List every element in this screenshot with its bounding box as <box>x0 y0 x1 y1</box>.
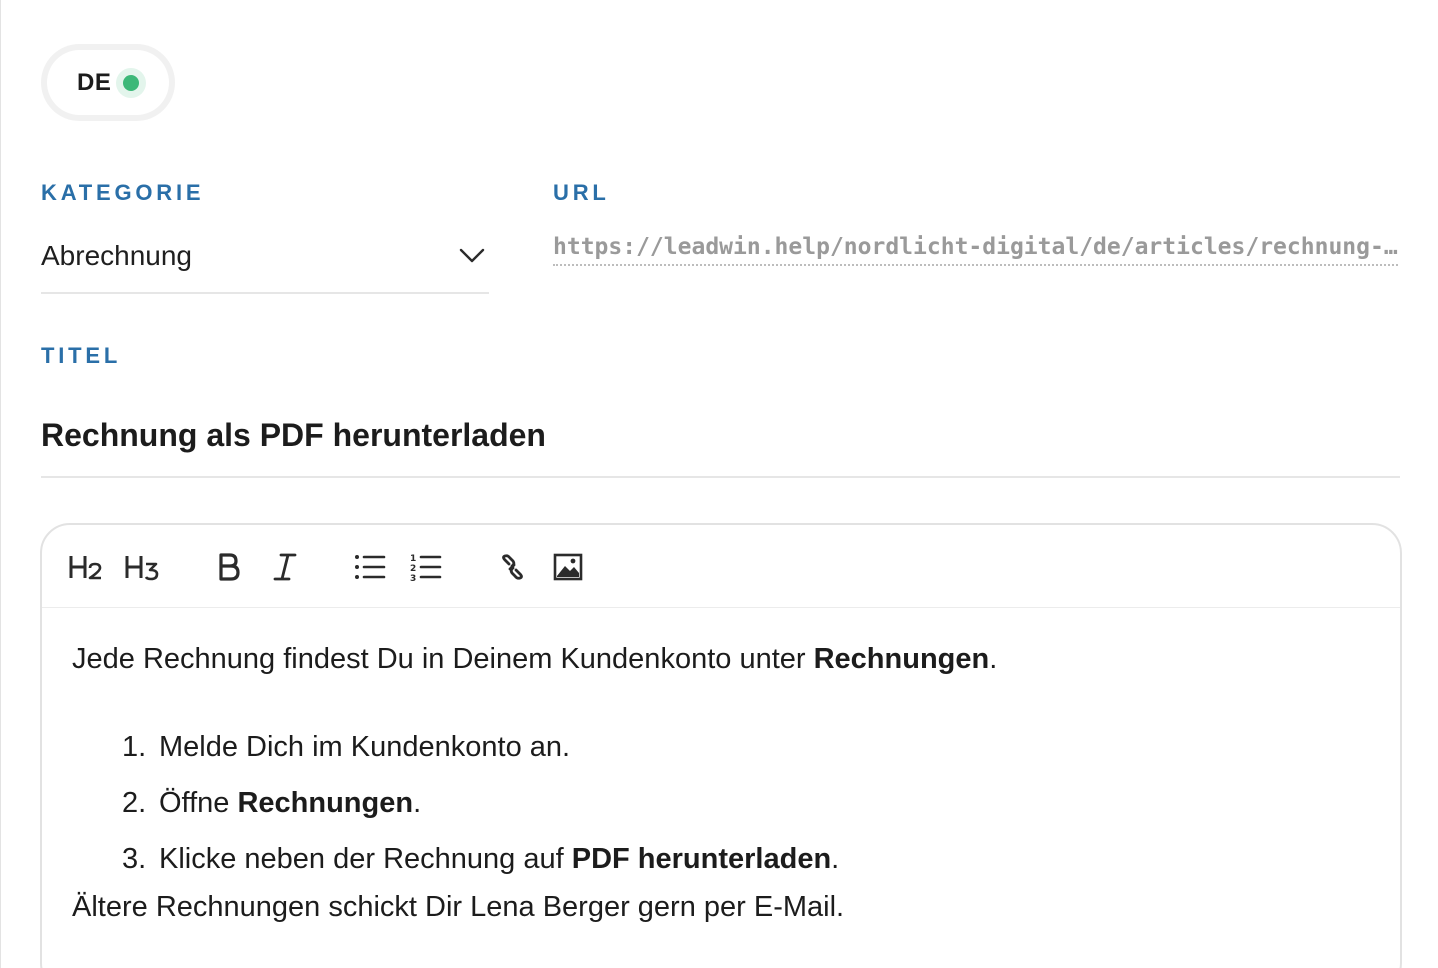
status-dot-icon <box>123 74 140 91</box>
italic-button[interactable] <box>268 547 302 587</box>
bullet-list-icon <box>355 555 386 579</box>
title-input[interactable]: Rechnung als PDF herunterladen <box>41 408 1400 478</box>
svg-text:2: 2 <box>410 564 416 574</box>
status-indicator <box>116 67 147 98</box>
bullet-list-button[interactable] <box>352 547 388 587</box>
italic-icon <box>273 553 297 581</box>
editor-toolbar: 1 2 3 <box>42 525 1400 608</box>
list-item-text: Melde Dich im Kundenkonto an. <box>159 731 571 763</box>
language-switch[interactable]: DE <box>41 44 175 121</box>
svg-text:3: 3 <box>410 574 416 582</box>
list-item: 2. Öffne Rechnungen. <box>122 775 839 831</box>
language-code: DE <box>77 68 112 96</box>
bold-button[interactable] <box>212 547 246 587</box>
list-item-bold-text: Rechnungen <box>237 787 414 819</box>
link-button[interactable] <box>494 547 530 587</box>
heading-3-button[interactable] <box>122 547 162 587</box>
link-icon <box>502 554 523 580</box>
intro-end: . <box>989 643 998 675</box>
ordered-list-button[interactable]: 1 2 3 <box>408 547 444 587</box>
heading-3-icon <box>125 556 159 581</box>
url-link[interactable]: https://leadwin.help/nordlicht-digital/d… <box>553 234 1398 266</box>
svg-text:1: 1 <box>410 554 416 564</box>
category-value: Abrechnung <box>41 240 193 271</box>
list-item: 3. Klicke neben der Rechnung auf PDF heru… <box>122 831 839 887</box>
category-select[interactable]: Abrechnung <box>41 228 489 294</box>
intro-paragraph: Jede Rechnung findest Du in Deinem Kunde… <box>72 639 997 679</box>
steps-list: 1. Melde Dich im Kundenkonto an. 2. Öffne … <box>122 719 839 887</box>
list-item-text: Öffne <box>159 787 238 819</box>
ordered-list-icon: 1 2 3 <box>410 554 442 582</box>
image-button[interactable] <box>550 547 586 587</box>
list-item-end: . <box>831 843 840 875</box>
title-label: TITEL <box>41 343 122 368</box>
url-label: URL <box>553 180 610 205</box>
intro-text: Jede Rechnung findest Du in Deinem Kunde… <box>72 643 814 675</box>
category-label: KATEGORIE <box>41 180 205 205</box>
list-item-number: 2. <box>122 787 147 819</box>
chevron-down-icon <box>459 248 485 263</box>
rich-text-editor[interactable]: 1 2 3 Jede Rechnung findest Du in Deinem… <box>40 523 1402 968</box>
heading-2-button[interactable] <box>66 547 106 587</box>
list-item-number: 1. <box>122 731 147 763</box>
list-item: 1. Melde Dich im Kundenkonto an. <box>122 719 839 775</box>
language-tab-de[interactable]: DE <box>47 50 169 115</box>
list-item-bold-text: PDF herunterladen <box>571 843 832 875</box>
heading-2-icon <box>69 556 102 580</box>
intro-bold-text: Rechnungen <box>813 643 990 675</box>
image-icon <box>553 553 583 581</box>
list-item-end: . <box>413 787 422 819</box>
list-item-number: 3. <box>122 843 147 875</box>
left-divider <box>0 0 1 968</box>
list-item-text: Klicke neben der Rechnung auf <box>159 843 572 875</box>
outro-paragraph: Ältere Rechnungen schickt Dir Lena Berge… <box>72 891 845 923</box>
bold-icon <box>219 553 240 581</box>
title-value: Rechnung als PDF herunterladen <box>41 417 546 453</box>
